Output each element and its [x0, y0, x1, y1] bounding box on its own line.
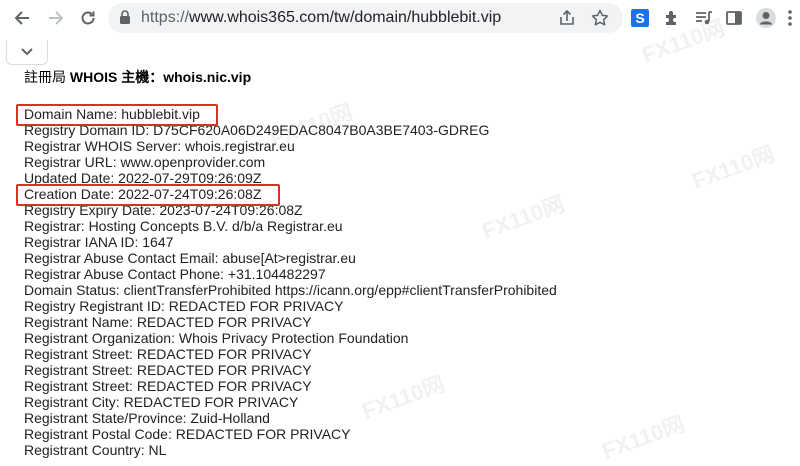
svg-text:S: S [635, 10, 644, 26]
watermark: FX110网 [598, 411, 688, 464]
heading-label: 註冊局 [24, 69, 70, 85]
tab-search-bar [0, 36, 800, 62]
whois-line: Registrar: Hosting Concepts B.V. d/b/a R… [24, 218, 343, 234]
whois-line: Registry Registrant ID: REDACTED FOR PRI… [24, 298, 344, 314]
chevron-down-icon[interactable] [6, 40, 48, 65]
star-icon[interactable] [590, 8, 610, 33]
whois-line: Registrar IANA ID: 1647 [24, 234, 174, 250]
address-bar[interactable]: https://www.whois365.com/tw/domain/hubbl… [108, 3, 623, 33]
extensions-puzzle-icon[interactable] [658, 4, 686, 32]
watermark: FX110网 [688, 141, 778, 194]
profile-avatar-icon[interactable] [752, 4, 780, 32]
whois-line: Registrar WHOIS Server: whois.registrar.… [24, 138, 295, 154]
url-text[interactable]: https://www.whois365.com/tw/domain/hubbl… [141, 9, 501, 27]
url-scheme: https:// [141, 9, 190, 26]
url-path: www.whois365.com/tw/domain/hubblebit.vip [189, 9, 502, 26]
whois-line: Registrant Organization: Whois Privacy P… [24, 330, 409, 346]
share-icon[interactable] [557, 8, 577, 33]
whois-server: WHOIS 主機：whois.nic.vip [69, 69, 252, 85]
whois-line: Registrar Abuse Contact Phone: +31.10448… [24, 266, 326, 282]
whois-record: Domain Name: hubblebit.vip Registry Doma… [24, 106, 557, 458]
whois-line: Registrant Street: REDACTED FOR PRIVACY [24, 378, 312, 394]
whois-line: Registrant Country: NL [24, 442, 167, 458]
forward-icon[interactable] [42, 4, 70, 32]
back-icon[interactable] [8, 4, 36, 32]
page-heading: 註冊局 WHOIS 主機：whois.nic.vip [24, 68, 251, 86]
whois-line: Registrar Abuse Contact Email: abuse[At>… [24, 250, 356, 266]
whois-line: Registrant City: REDACTED FOR PRIVACY [24, 394, 299, 410]
whois-line: Registrant State/Province: Zuid-Holland [24, 410, 270, 426]
whois-line: Registrant Street: REDACTED FOR PRIVACY [24, 346, 312, 362]
browser-toolbar: https://www.whois365.com/tw/domain/hubbl… [0, 0, 800, 36]
domain-name-highlight [16, 104, 218, 126]
whois-line: Domain Status: clientTransferProhibited … [24, 282, 557, 298]
media-control-icon[interactable] [690, 4, 718, 32]
whois-line: Registrant Street: REDACTED FOR PRIVACY [24, 362, 312, 378]
side-panel-icon[interactable] [720, 4, 748, 32]
reload-icon[interactable] [74, 4, 102, 32]
whois-line: Registrant Name: REDACTED FOR PRIVACY [24, 314, 312, 330]
whois-line: Registrar URL: www.openprovider.com [24, 154, 266, 170]
lock-icon[interactable] [119, 10, 131, 30]
creation-date-highlight [16, 184, 280, 206]
extension-s-icon[interactable]: S [626, 4, 654, 32]
menu-kebab-icon[interactable] [780, 4, 800, 32]
whois-line: Registrant Postal Code: REDACTED FOR PRI… [24, 426, 351, 442]
